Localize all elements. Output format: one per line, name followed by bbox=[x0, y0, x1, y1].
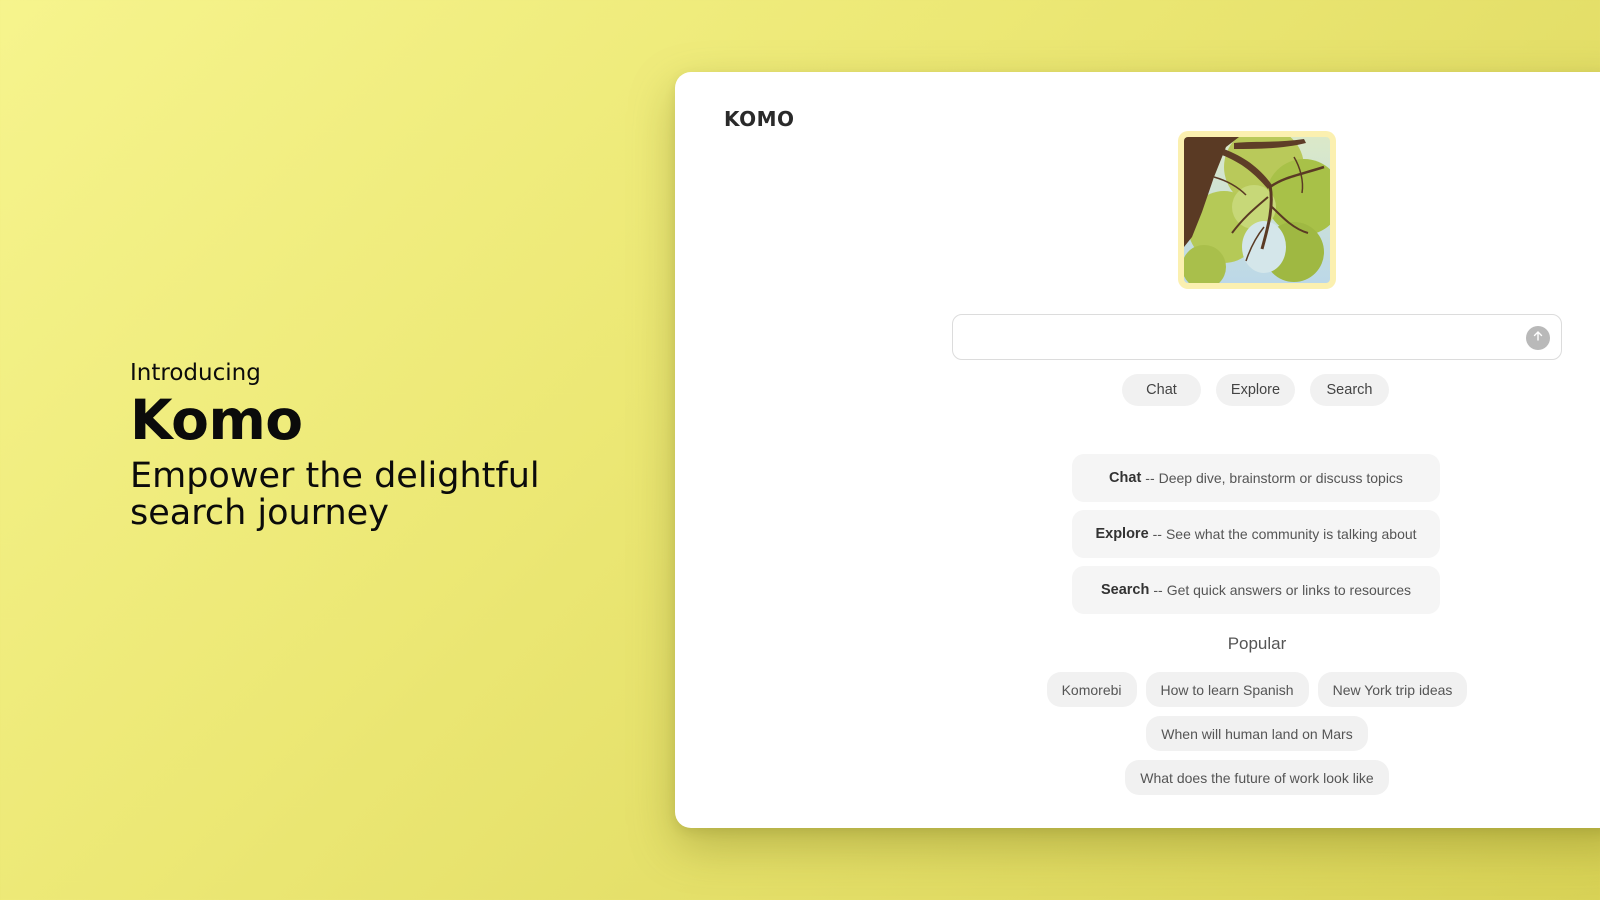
mode-description-text: See what the community is talking about bbox=[1165, 526, 1417, 542]
mode-description-separator: -- bbox=[1145, 470, 1155, 486]
hero-section: Introducing Komo Empower the delightful … bbox=[130, 358, 550, 532]
popular-suggestion[interactable]: What does the future of work look like bbox=[1125, 760, 1389, 795]
mode-explore-button[interactable]: Explore bbox=[1216, 374, 1295, 406]
app-window: KOMO Chat Explore Search Chat -- Deep di… bbox=[675, 72, 1600, 828]
mode-descriptions: Chat -- Deep dive, brainstorm or discuss… bbox=[1072, 454, 1440, 622]
mode-description-text: Deep dive, brainstorm or discuss topics bbox=[1158, 470, 1403, 486]
mode-description-separator: -- bbox=[1152, 526, 1162, 542]
mode-description-name: Search bbox=[1100, 582, 1150, 598]
mode-search-button[interactable]: Search bbox=[1310, 374, 1389, 406]
popular-row: What does the future of work look like bbox=[675, 760, 1600, 795]
hero-tagline: Empower the delightful search journey bbox=[130, 456, 540, 533]
arrow-up-icon bbox=[1532, 329, 1544, 347]
popular-suggestion-label: What does the future of work look like bbox=[1140, 769, 1374, 786]
mode-label: Explore bbox=[1230, 382, 1281, 398]
mode-description-chat[interactable]: Chat -- Deep dive, brainstorm or discuss… bbox=[1072, 454, 1440, 502]
search-input[interactable] bbox=[965, 323, 1509, 353]
featured-image-frame bbox=[1178, 131, 1336, 289]
hero-title: Komo bbox=[130, 388, 303, 452]
popular-suggestion-label: When will human land on Mars bbox=[1161, 725, 1353, 742]
popular-suggestion-label: New York trip ideas bbox=[1332, 681, 1453, 698]
mode-description-text: Get quick answers or links to resources bbox=[1166, 582, 1412, 598]
app-window-content: KOMO Chat Explore Search Chat -- Deep di… bbox=[675, 72, 1600, 828]
mode-description-search[interactable]: Search -- Get quick answers or links to … bbox=[1072, 566, 1440, 614]
popular-suggestion[interactable]: New York trip ideas bbox=[1317, 672, 1468, 707]
mode-label: Search bbox=[1326, 382, 1373, 398]
popular-suggestion[interactable]: How to learn Spanish bbox=[1145, 672, 1309, 707]
mode-description-name: Explore bbox=[1095, 526, 1149, 542]
mode-description-separator: -- bbox=[1153, 582, 1163, 598]
search-box[interactable] bbox=[952, 314, 1562, 360]
popular-suggestion[interactable]: When will human land on Mars bbox=[1146, 716, 1368, 751]
tree-canopy-image bbox=[1184, 137, 1330, 283]
send-button[interactable] bbox=[1526, 326, 1550, 350]
mode-selector: Chat Explore Search bbox=[1122, 374, 1389, 406]
popular-suggestion-label: How to learn Spanish bbox=[1160, 681, 1294, 698]
popular-suggestion[interactable]: Komorebi bbox=[1046, 672, 1137, 707]
hero-intro: Introducing bbox=[130, 360, 261, 386]
popular-suggestion-label: Komorebi bbox=[1061, 681, 1122, 698]
mode-chat-button[interactable]: Chat bbox=[1122, 374, 1201, 406]
mode-description-explore[interactable]: Explore -- See what the community is tal… bbox=[1072, 510, 1440, 558]
komo-logo[interactable]: KOMO bbox=[724, 107, 795, 131]
mode-description-name: Chat bbox=[1109, 470, 1142, 486]
popular-row: Komorebi How to learn Spanish New York t… bbox=[675, 672, 1600, 707]
mode-label: Chat bbox=[1146, 382, 1177, 398]
popular-row: When will human land on Mars bbox=[675, 716, 1600, 751]
popular-heading: Popular bbox=[1227, 634, 1287, 653]
